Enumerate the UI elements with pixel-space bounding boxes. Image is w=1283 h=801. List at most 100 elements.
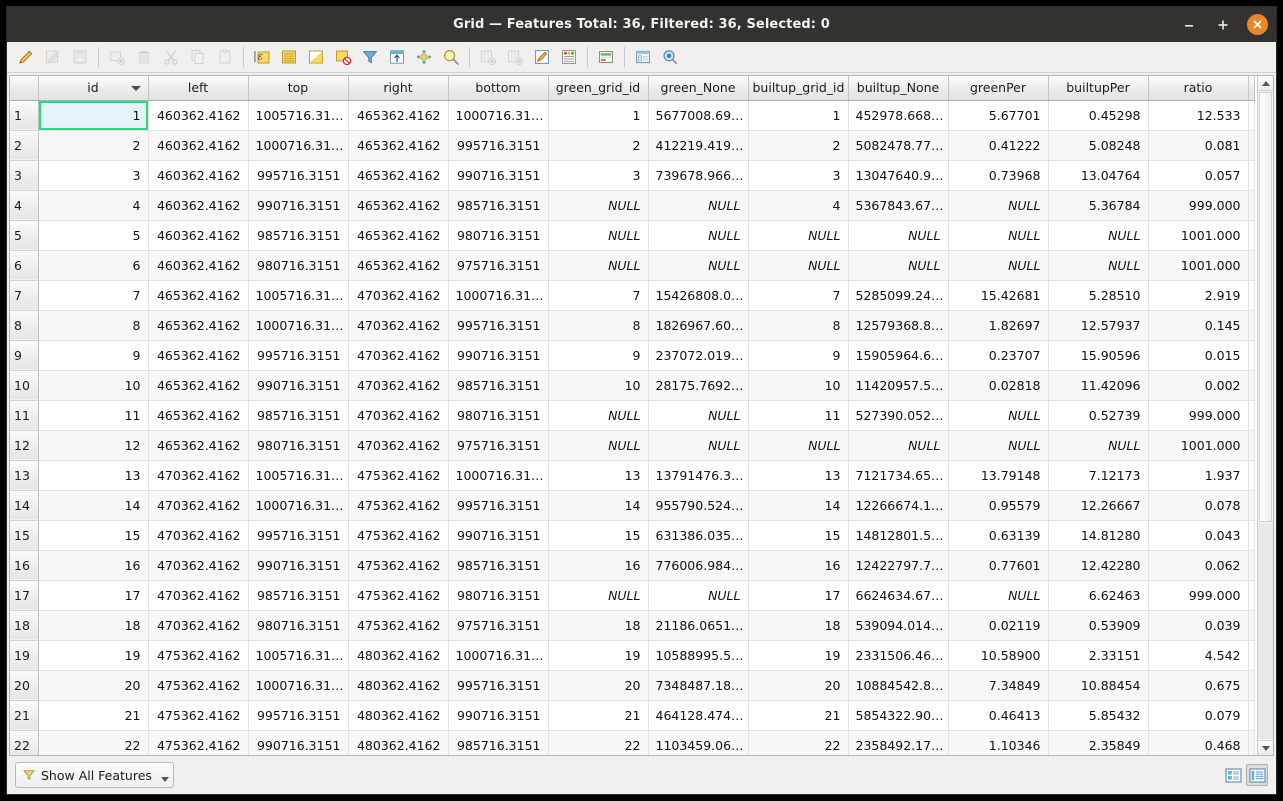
close-button[interactable] — [1247, 14, 1268, 35]
row-header[interactable]: 9 — [10, 340, 39, 371]
cell-builtup_None[interactable]: 14812801.5… — [848, 520, 949, 551]
column-header-builtup-none[interactable]: builtup_None — [848, 76, 949, 101]
cell-builtup_None[interactable]: 12579368.8… — [848, 310, 949, 341]
cell-bottom[interactable]: 980716.3151 — [448, 220, 549, 251]
cell-bottom[interactable]: 975716.3151 — [448, 250, 549, 281]
cell-ratio[interactable]: 999.000 — [1148, 400, 1249, 431]
cell-bottom[interactable]: 1000716.31… — [448, 460, 549, 491]
vertical-scroll-thumb[interactable] — [1259, 92, 1272, 522]
cell-green_None[interactable]: 21186.0651… — [648, 610, 749, 641]
cell-id[interactable]: 7 — [38, 280, 149, 311]
cell-bottom[interactable]: 990716.3151 — [448, 700, 549, 731]
cell-builtup_None[interactable]: 11420957.5… — [848, 370, 949, 401]
cell-left[interactable]: 465362.4162 — [148, 340, 249, 371]
cell-green_None[interactable]: 631386.035… — [648, 520, 749, 551]
cell-green_grid_id[interactable]: 3 — [548, 160, 649, 191]
column-header-bottom[interactable]: bottom — [448, 76, 549, 101]
row-header[interactable]: 14 — [10, 490, 39, 521]
cell-builtupPer[interactable]: 0.45298 — [1048, 100, 1149, 131]
cell-bottom[interactable]: 990716.3151 — [448, 520, 549, 551]
cell-bottom[interactable]: 985716.3151 — [448, 730, 549, 755]
cell-greenPer[interactable]: NULL — [948, 400, 1049, 431]
column-header-top[interactable]: top — [248, 76, 349, 101]
cell-right[interactable]: 480362.4162 — [348, 640, 449, 671]
cell-builtupPer[interactable]: 15.90596 — [1048, 340, 1149, 371]
cell-builtup_None[interactable]: 2358492.17… — [848, 730, 949, 755]
row-header[interactable]: 6 — [10, 250, 39, 281]
cell-top[interactable]: 995716.3151 — [248, 340, 349, 371]
show-all-features-button[interactable]: Show All Features — [15, 762, 174, 788]
cell-builtup_None[interactable]: NULL — [848, 250, 949, 281]
table-row[interactable]: 6 6 460362.4162 980716.3151 465362.4162 97571… — [10, 250, 1255, 281]
cell-id[interactable]: 10 — [38, 370, 149, 401]
cell-right[interactable]: 465362.4162 — [348, 190, 449, 221]
cell-id[interactable]: 16 — [38, 550, 149, 581]
cell-green_None[interactable]: NULL — [648, 250, 749, 281]
cell-left[interactable]: 470362.4162 — [148, 580, 249, 611]
cell-builtupPer[interactable]: 0.53909 — [1048, 610, 1149, 641]
row-header[interactable]: 17 — [10, 580, 39, 611]
row-header[interactable]: 2 — [10, 130, 39, 161]
column-header-builtup-grid-id[interactable]: builtup_grid_id — [748, 76, 849, 101]
cell-builtupPer[interactable]: NULL — [1048, 220, 1149, 251]
cell-left[interactable]: 465362.4162 — [148, 430, 249, 461]
cell-green_grid_id[interactable]: NULL — [548, 190, 649, 221]
cell-ratio[interactable]: 999.000 — [1148, 190, 1249, 221]
cell-builtup_grid_id[interactable]: 16 — [748, 550, 849, 581]
cell-builtup_None[interactable]: 13047640.9… — [848, 160, 949, 191]
row-header[interactable]: 15 — [10, 520, 39, 551]
cell-builtup_grid_id[interactable]: 19 — [748, 640, 849, 671]
cell-top[interactable]: 995716.3151 — [248, 520, 349, 551]
cell-builtupPer[interactable]: 12.42280 — [1048, 550, 1149, 581]
cell-greenPer[interactable]: 13.79148 — [948, 460, 1049, 491]
cell-bottom[interactable]: 985716.3151 — [448, 370, 549, 401]
row-header[interactable]: 22 — [10, 730, 39, 755]
cell-green_grid_id[interactable]: NULL — [548, 250, 649, 281]
cell-green_None[interactable]: 7348487.18… — [648, 670, 749, 701]
cell-id[interactable]: 20 — [38, 670, 149, 701]
cell-right[interactable]: 465362.4162 — [348, 100, 449, 131]
row-header[interactable]: 4 — [10, 190, 39, 221]
cell-builtup_None[interactable]: 12422797.7… — [848, 550, 949, 581]
table-row[interactable]: 19 19 475362.4162 1005716.31… 480362.4162 100… — [10, 640, 1255, 671]
cell-right[interactable]: 465362.4162 — [348, 220, 449, 251]
cell-greenPer[interactable]: 0.77601 — [948, 550, 1049, 581]
cell-ratio[interactable]: 0.062 — [1148, 550, 1249, 581]
cell-builtup_None[interactable]: 5367843.67… — [848, 190, 949, 221]
cell-ratio[interactable]: 0.039 — [1148, 610, 1249, 641]
cell-ratio[interactable]: 0.145 — [1148, 310, 1249, 341]
table-row[interactable]: 7 7 465362.4162 1005716.31… 470362.4162 10007… — [10, 280, 1255, 311]
row-header[interactable]: 12 — [10, 430, 39, 461]
cell-bottom[interactable]: 995716.3151 — [448, 130, 549, 161]
cell-right[interactable]: 470362.4162 — [348, 310, 449, 341]
cell-left[interactable]: 460362.4162 — [148, 160, 249, 191]
cell-builtupPer[interactable]: 5.08248 — [1048, 130, 1149, 161]
row-header[interactable]: 13 — [10, 460, 39, 491]
cell-builtup_grid_id[interactable]: 15 — [748, 520, 849, 551]
cell-green_grid_id[interactable]: 16 — [548, 550, 649, 581]
cell-bottom[interactable]: 980716.3151 — [448, 400, 549, 431]
cell-green_grid_id[interactable]: 18 — [548, 610, 649, 641]
row-header[interactable]: 10 — [10, 370, 39, 401]
row-header[interactable]: 3 — [10, 160, 39, 191]
cell-right[interactable]: 470362.4162 — [348, 340, 449, 371]
filter-selection-icon[interactable] — [357, 44, 383, 70]
cell-green_None[interactable]: 5677008.69… — [648, 100, 749, 131]
cell-right[interactable]: 465362.4162 — [348, 250, 449, 281]
cell-greenPer[interactable]: NULL — [948, 580, 1049, 611]
move-selection-to-top-icon[interactable] — [384, 44, 410, 70]
attribute-grid[interactable]: id left top right bottom green_grid_id g… — [10, 76, 1273, 755]
cell-green_grid_id[interactable]: 8 — [548, 310, 649, 341]
cell-builtup_grid_id[interactable]: 17 — [748, 580, 849, 611]
cell-greenPer[interactable]: 1.10346 — [948, 730, 1049, 755]
cell-green_grid_id[interactable]: 7 — [548, 280, 649, 311]
cell-top[interactable]: 1000716.31… — [248, 130, 349, 161]
cell-ratio[interactable]: 1001.000 — [1148, 430, 1249, 461]
scroll-down-button[interactable] — [1258, 740, 1273, 755]
cell-bottom[interactable]: 985716.3151 — [448, 190, 549, 221]
cell-builtup_None[interactable]: 12266674.1… — [848, 490, 949, 521]
cell-greenPer[interactable]: 0.02818 — [948, 370, 1049, 401]
table-row[interactable]: 14 14 470362.4162 1000716.31… 475362.4162 995… — [10, 490, 1255, 521]
cell-left[interactable]: 460362.4162 — [148, 220, 249, 251]
cell-greenPer[interactable]: 7.34849 — [948, 670, 1049, 701]
